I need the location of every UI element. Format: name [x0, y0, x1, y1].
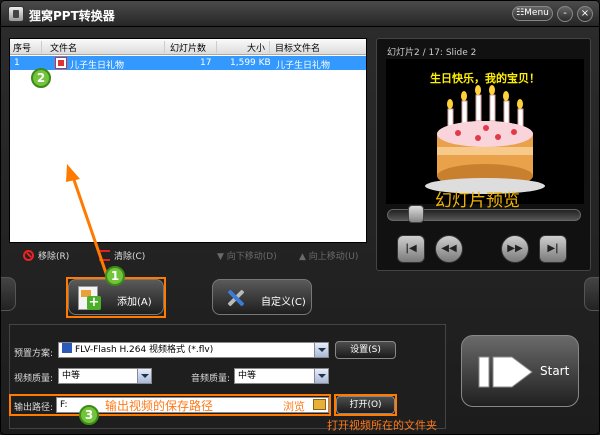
column-target[interactable]: 目标文件名 [272, 41, 366, 54]
output-path-label: 输出路径: [14, 403, 54, 413]
move-down-button[interactable]: ▼ 向下移动(D) [217, 249, 277, 262]
chevron-down-icon [137, 369, 151, 383]
window-title: 狸窝PPT转换器 [29, 9, 115, 23]
add-file-icon [78, 286, 101, 310]
customize-button-label: 自定义(C) [261, 297, 306, 308]
remove-label: 移除(R) [38, 252, 70, 262]
browse-folder-icon[interactable] [313, 399, 326, 410]
minimize-button[interactable]: - [557, 6, 573, 22]
file-list-header: 序号 文件名 幻灯片数 大小 目标文件名 [10, 39, 366, 55]
remove-icon [23, 250, 34, 261]
row-filename: 儿子生日礼物 [70, 61, 125, 71]
column-slides[interactable]: 幻灯片数 [167, 41, 217, 54]
left-side-knob [1, 277, 16, 311]
arrow-down-icon: ▼ [217, 252, 227, 262]
video-quality-label: 视频质量: [14, 374, 54, 384]
start-label: Start [540, 364, 570, 378]
open-folder-annotation: 打开视频所在的文件夹 [327, 419, 437, 432]
flv-format-icon [62, 343, 72, 353]
rewind-icon: ◀◀ [441, 243, 457, 254]
preset-value: FLV-Flash H.264 视频格式 (*.flv) [75, 345, 214, 355]
clear-button[interactable]: 清除(C) [99, 249, 145, 262]
menu-button-label: Menu [524, 8, 549, 18]
column-size[interactable]: 大小 [220, 41, 270, 54]
file-list[interactable]: 序号 文件名 幻灯片数 大小 目标文件名 1 儿子生日礼物 17 1,599 K… [9, 38, 367, 243]
audio-quality-label: 音频质量: [191, 374, 231, 384]
arrow-up-icon: ▲ [299, 252, 309, 262]
last-slide-button[interactable]: ▶| [539, 235, 567, 263]
start-arrow-icon [478, 356, 533, 388]
step-2-badge: 2 [31, 68, 51, 88]
skip-back-icon: |◀ [405, 243, 417, 254]
row-slides: 17 [200, 58, 212, 68]
list-toolbar: 移除(R) 清除(C) ▼ 向下移动(D) ▲ 向上移动(U) [9, 245, 367, 265]
app-window: 狸窝PPT转换器 ☷Menu - × 序号 文件名 幻灯片数 大小 目标文件名 … [0, 0, 600, 435]
save-path-annotation: 输出视频的保存路径 [105, 399, 214, 413]
step-1-badge: 1 [105, 266, 125, 286]
clear-label: 清除(C) [114, 252, 146, 262]
settings-button[interactable]: 设置(S) [335, 341, 396, 359]
chevron-down-icon [314, 343, 328, 357]
close-button[interactable]: × [577, 6, 593, 22]
right-side-knob [584, 277, 599, 311]
slide-counter: 幻灯片2 / 17: Slide 2 [387, 48, 477, 58]
preview-caption: 幻灯片预览 [435, 191, 520, 211]
fast-forward-icon: ▶▶ [507, 243, 523, 254]
step-3-badge: 3 [79, 405, 99, 425]
menu-button[interactable]: ☷Menu [512, 6, 553, 21]
slide-preview: 生日快乐，我的宝贝！ [386, 59, 584, 204]
preset-select[interactable]: FLV-Flash H.264 视频格式 (*.flv) [58, 342, 329, 358]
add-button-label: 添加(A) [117, 297, 152, 308]
table-row[interactable]: 1 儿子生日礼物 17 1,599 KB 儿子生日礼物 [10, 56, 366, 71]
row-index: 1 [14, 58, 20, 68]
open-folder-button[interactable]: 打开(O) [336, 396, 395, 414]
remove-button[interactable]: 移除(R) [23, 249, 69, 262]
audio-quality-value: 中等 [238, 371, 257, 381]
row-size: 1,599 KB [230, 58, 271, 68]
chevron-down-icon [314, 369, 328, 383]
skip-forward-icon: ▶| [547, 243, 559, 254]
tools-icon [227, 289, 245, 307]
video-quality-value: 中等 [62, 371, 81, 381]
customize-button[interactable]: 自定义(C) [212, 279, 312, 315]
preset-label: 预置方案: [14, 349, 54, 359]
title-bar[interactable]: 狸窝PPT转换器 ☷Menu - × [1, 1, 599, 27]
row-target: 儿子生日礼物 [276, 61, 331, 71]
video-quality-select[interactable]: 中等 [58, 368, 152, 384]
browse-annotation: 浏览 [283, 400, 305, 413]
move-up-label: 向上移动(U) [308, 252, 359, 262]
clear-icon [99, 250, 110, 261]
birthday-cake-image [425, 85, 545, 194]
move-down-label: 向下移动(D) [226, 252, 277, 262]
previous-slide-button[interactable]: ◀◀ [435, 235, 463, 263]
next-slide-button[interactable]: ▶▶ [501, 235, 529, 263]
move-up-button[interactable]: ▲ 向上移动(U) [299, 249, 358, 262]
column-index[interactable]: 序号 [10, 41, 42, 54]
audio-quality-select[interactable]: 中等 [234, 368, 329, 384]
start-button[interactable]: Start [461, 335, 579, 407]
first-slide-button[interactable]: |◀ [397, 235, 425, 263]
ppt-file-icon [55, 57, 67, 69]
app-logo-icon [8, 6, 24, 22]
column-filename[interactable]: 文件名 [47, 41, 165, 54]
seek-thumb[interactable] [408, 205, 425, 223]
preview-panel: 幻灯片2 / 17: Slide 2 生日快乐，我的宝贝！ 幻灯片预览 |◀ ◀… [376, 38, 591, 271]
